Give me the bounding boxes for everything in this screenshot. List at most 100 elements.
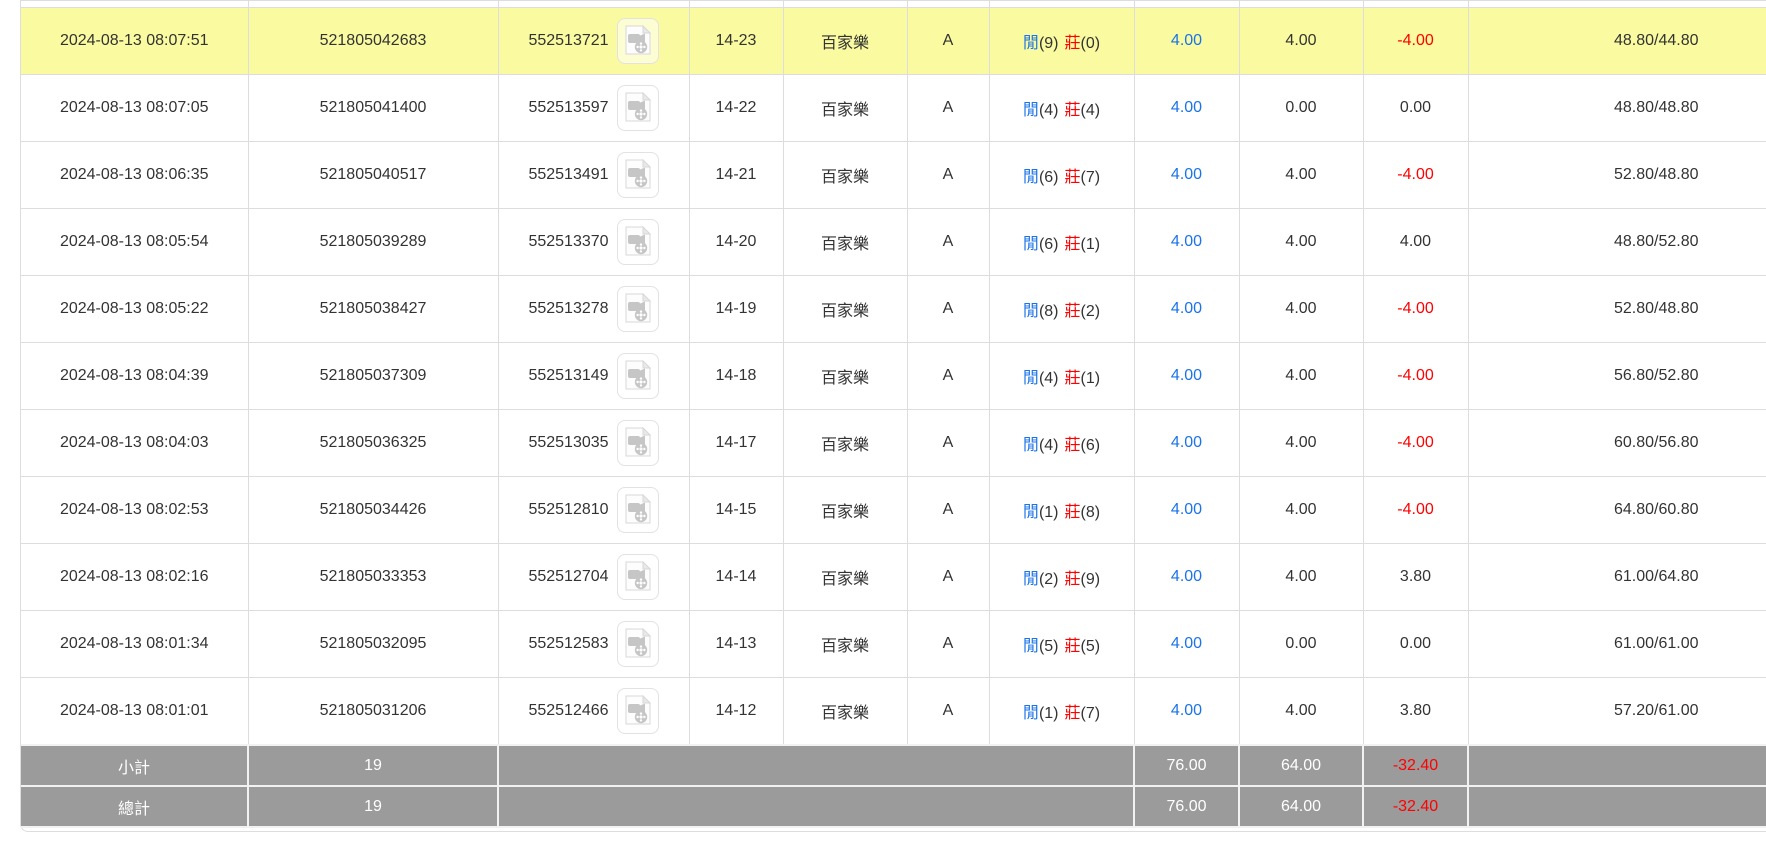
player-score: (2)	[1038, 571, 1059, 588]
valid-bet: 4.00	[1285, 32, 1317, 49]
table-row[interactable]: 2024-08-13 08:01:01 521805031206 5525124…	[21, 677, 1766, 746]
valid-bet: 4.00	[1285, 501, 1317, 518]
valid-bet-cell: 4.00	[1238, 543, 1364, 611]
bet-amount-link[interactable]: 4.00	[1171, 367, 1202, 384]
summary-count-cell: 19	[247, 785, 499, 828]
player-score: (5)	[1038, 638, 1059, 655]
game-number-cell: 552512704	[497, 543, 690, 611]
table-row[interactable]: 2024-08-13 08:01:34 521805032095 5525125…	[21, 610, 1766, 678]
game-number: 552513149	[528, 367, 609, 384]
table-row[interactable]: 2024-08-13 08:02:53 521805034426 5525128…	[21, 476, 1766, 544]
game-type-cell: 百家樂	[782, 610, 908, 678]
win-loss: -4.00	[1397, 300, 1434, 317]
player-label: 閒	[1022, 638, 1039, 655]
bet-time-cell: 2024-08-13 08:04:39	[21, 342, 249, 410]
player-label: 閒	[1022, 571, 1039, 588]
banker-label: 莊	[1064, 504, 1081, 521]
video-replay-button[interactable]	[616, 85, 659, 131]
banker-score: (5)	[1080, 638, 1101, 655]
video-replay-button[interactable]	[616, 18, 659, 64]
bet-amount-cell: 4.00	[1133, 543, 1240, 611]
order-number: 521805041400	[319, 99, 427, 116]
table-row[interactable]: 2024-08-13 08:02:16 521805033353 5525127…	[21, 543, 1766, 611]
video-replay-button[interactable]	[616, 621, 659, 667]
video-replay-button[interactable]	[616, 554, 659, 600]
summary-win-loss-total-cell: -32.40	[1362, 744, 1469, 787]
table-row[interactable]: 2024-08-13 08:07:51 521805042683 5525137…	[21, 7, 1766, 75]
valid-bet: 0.00	[1285, 635, 1317, 652]
bet-amount-link[interactable]: 4.00	[1171, 434, 1202, 451]
bet-amount-cell: 4.00	[1133, 677, 1240, 746]
video-replay-button[interactable]	[616, 219, 659, 265]
game-type: 百家樂	[820, 169, 869, 186]
banker-score: (1)	[1080, 236, 1101, 253]
round-number: 14-12	[715, 702, 757, 719]
table-row[interactable]: 2024-08-13 08:04:39 521805037309 5525131…	[21, 342, 1766, 410]
player-label: 閒	[1022, 437, 1039, 454]
video-replay-button[interactable]	[616, 420, 659, 466]
bet-amount-link[interactable]: 4.00	[1171, 99, 1202, 116]
game-type-cell: 百家樂	[782, 141, 908, 209]
video-replay-button[interactable]	[616, 353, 659, 399]
order-number: 521805036325	[319, 434, 427, 451]
bet-amount-link[interactable]: 4.00	[1171, 568, 1202, 585]
bet-amount-link[interactable]: 4.00	[1171, 635, 1202, 652]
bet-amount-link[interactable]: 4.00	[1171, 166, 1202, 183]
bet-time: 2024-08-13 08:04:03	[59, 434, 209, 451]
order-number: 521805032095	[319, 635, 427, 652]
bet-amount-link[interactable]: 4.00	[1171, 702, 1202, 719]
summary-label-cell: 總計	[21, 785, 249, 828]
round-number: 14-13	[715, 635, 757, 652]
table-row[interactable]: 2024-08-13 08:05:54 521805039289 5525133…	[21, 208, 1766, 276]
round-number: 14-20	[715, 233, 757, 250]
table-row[interactable]: 2024-08-13 08:06:35 521805040517 5525134…	[21, 141, 1766, 209]
game-result-cell: 閒(1) 莊(7)	[988, 677, 1135, 746]
table-letter: A	[942, 434, 954, 451]
table-letter-cell: A	[906, 7, 990, 75]
round-number: 14-15	[715, 501, 757, 518]
win-loss: -4.00	[1397, 501, 1434, 518]
table-letter: A	[942, 367, 954, 384]
video-replay-button[interactable]	[616, 688, 659, 734]
game-type: 百家樂	[820, 35, 869, 52]
game-number-cell: 552513721	[497, 7, 690, 75]
balance: 48.80/44.80	[1613, 32, 1699, 49]
game-number: 552513370	[528, 233, 609, 250]
win-loss: -4.00	[1397, 166, 1434, 183]
game-type-cell: 百家樂	[782, 342, 908, 410]
bet-amount-link[interactable]: 4.00	[1171, 233, 1202, 250]
bet-amount-cell: 4.00	[1133, 409, 1240, 477]
video-replay-button[interactable]	[616, 152, 659, 198]
round-number-cell: 14-12	[688, 677, 784, 746]
bet-amount-link[interactable]: 4.00	[1171, 501, 1202, 518]
summary-win-loss-total: -32.40	[1392, 756, 1439, 774]
valid-bet: 4.00	[1285, 166, 1317, 183]
player-score: (4)	[1038, 102, 1059, 119]
bet-amount-link[interactable]: 4.00	[1171, 32, 1202, 49]
table-letter-cell: A	[906, 275, 990, 343]
bet-amount-cell: 4.00	[1133, 275, 1240, 343]
table-row[interactable]: 2024-08-13 08:05:22 521805038427 5525132…	[21, 275, 1766, 343]
valid-bet-cell: 0.00	[1238, 74, 1364, 142]
valid-bet: 4.00	[1285, 434, 1317, 451]
game-result-cell: 閒(2) 莊(9)	[988, 543, 1135, 611]
game-number-cell: 552513035	[497, 409, 690, 477]
summary-label-cell: 小計	[21, 744, 249, 787]
bet-amount-link[interactable]: 4.00	[1171, 300, 1202, 317]
player-score: (4)	[1038, 437, 1059, 454]
player-score: (9)	[1038, 35, 1059, 52]
round-number-cell: 14-15	[688, 476, 784, 544]
valid-bet-cell: 4.00	[1238, 476, 1364, 544]
banker-label: 莊	[1064, 102, 1081, 119]
table-row[interactable]: 2024-08-13 08:04:03 521805036325 5525130…	[21, 409, 1766, 477]
table-row[interactable]: 2024-08-13 08:07:05 521805041400 5525135…	[21, 74, 1766, 142]
order-number-cell: 521805036325	[247, 409, 499, 477]
round-number-cell: 14-23	[688, 7, 784, 75]
game-type-cell: 百家樂	[782, 677, 908, 746]
summary-win-loss-total-cell: -32.40	[1362, 785, 1469, 828]
video-replay-button[interactable]	[616, 286, 659, 332]
banker-score: (4)	[1080, 102, 1101, 119]
banker-score: (9)	[1080, 571, 1101, 588]
video-replay-button[interactable]	[616, 487, 659, 533]
table-letter-cell: A	[906, 74, 990, 142]
